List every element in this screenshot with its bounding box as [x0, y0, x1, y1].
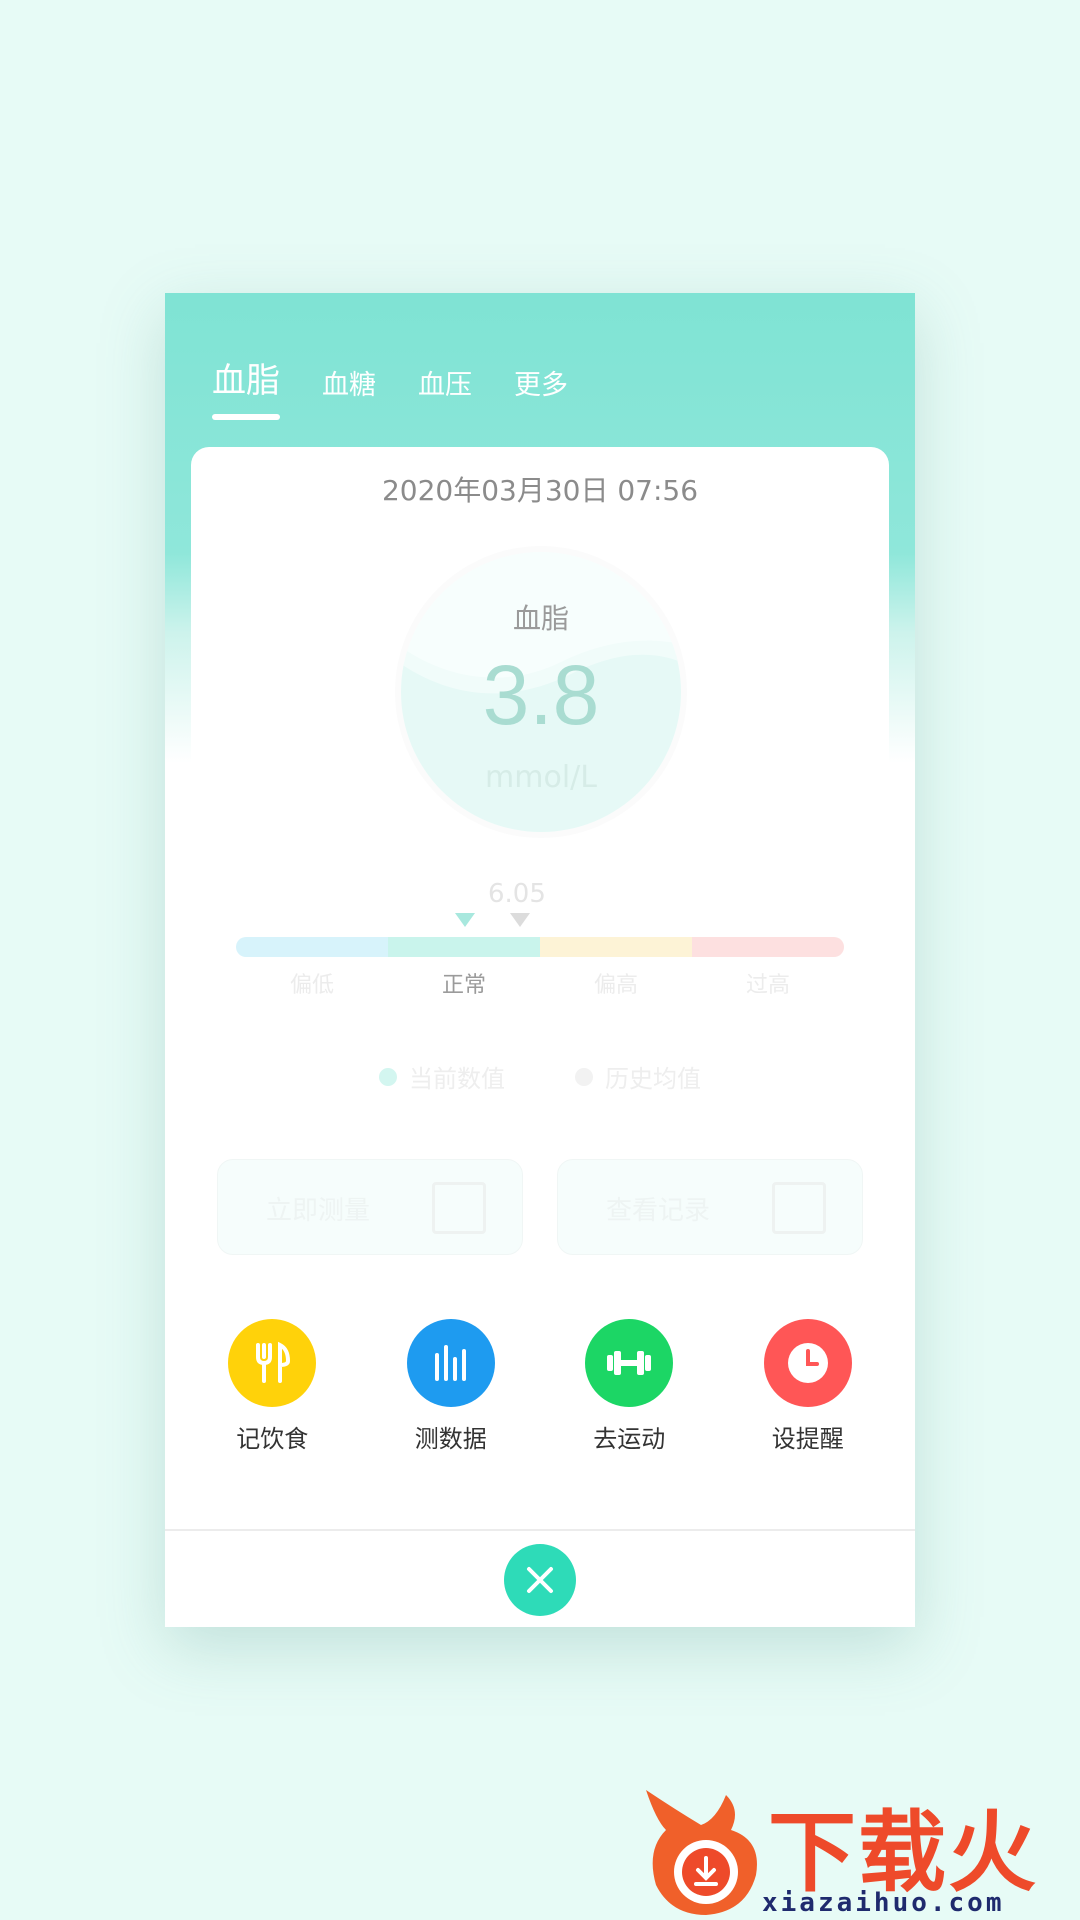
- tab-blood-pressure[interactable]: 血压: [418, 363, 472, 420]
- reading-unit: mmol/L: [485, 760, 597, 795]
- log-diet-action[interactable]: 记饮食: [197, 1319, 347, 1454]
- range-label-low: 偏低: [289, 973, 334, 998]
- range-label-normal: 正常: [441, 973, 486, 998]
- fork-knife-icon: [228, 1319, 317, 1407]
- view-records-label: 查看记录: [606, 1196, 711, 1226]
- footer-divider: [165, 1529, 915, 1531]
- reading-value: 3.8: [482, 648, 600, 742]
- range-label-high: 偏高: [593, 973, 638, 998]
- tab-blood-lipid[interactable]: 血脂: [212, 353, 280, 420]
- reading-card: 2020年03月30日 07:56 血脂 3.8 mmol/L 6.05 偏低 …: [191, 447, 889, 1347]
- dumbbell-icon: [585, 1319, 674, 1407]
- reading-gauge: 血脂 3.8 mmol/L: [401, 552, 681, 832]
- range-label-very-high: 过高: [745, 973, 790, 998]
- close-button[interactable]: [504, 1544, 576, 1616]
- history-marker-value: 6.05: [488, 879, 546, 909]
- legend-current-dot: [379, 1067, 397, 1086]
- reading-datetime: 2020年03月30日 07:56: [381, 474, 699, 507]
- legend-current: 当前数值: [379, 1059, 505, 1094]
- measure-icon: [432, 1182, 486, 1234]
- legend-history-label: 历史均值: [605, 1065, 701, 1093]
- log-diet-label: 记饮食: [236, 1425, 309, 1453]
- measure-now-button[interactable]: 立即测量: [217, 1159, 523, 1255]
- range-segment-low: [236, 937, 388, 957]
- legend: 当前数值 历史均值: [191, 1059, 889, 1094]
- tab-blood-sugar[interactable]: 血糖: [322, 363, 376, 420]
- action-buttons: 立即测量 查看记录: [217, 1159, 863, 1255]
- modal-panel: 血脂 血糖 血压 更多 2020年03月30日 07:56 血脂 3.8 mmo…: [165, 293, 915, 1627]
- clock-icon: [763, 1319, 852, 1407]
- quick-actions: 记饮食 测数据 去运动 设提醒: [165, 1319, 915, 1454]
- measure-data-action[interactable]: 测数据: [376, 1319, 526, 1454]
- bar-chart-icon: [406, 1319, 495, 1407]
- legend-current-label: 当前数值: [409, 1065, 505, 1093]
- range-bar: [236, 937, 844, 957]
- tab-more[interactable]: 更多: [514, 363, 568, 420]
- tab-bar: 血脂 血糖 血压 更多: [212, 353, 568, 420]
- reading-label: 血脂: [512, 602, 569, 635]
- legend-history: 历史均值: [575, 1059, 701, 1094]
- exercise-label: 去运动: [593, 1425, 666, 1453]
- flame-logo-icon: [646, 1790, 757, 1915]
- range-segment-high: [540, 937, 692, 957]
- set-reminder-label: 设提醒: [771, 1425, 844, 1453]
- range-segment-very-high: [692, 937, 844, 957]
- measure-data-label: 测数据: [414, 1425, 487, 1453]
- watermark-url: xiazaihuo.com: [762, 1888, 1005, 1918]
- set-reminder-action[interactable]: 设提醒: [733, 1319, 883, 1454]
- current-value-marker: [455, 913, 475, 927]
- history-average-marker: [510, 913, 530, 927]
- measure-now-label: 立即测量: [266, 1196, 371, 1226]
- range-labels: 偏低 正常 偏高 过高: [236, 967, 844, 999]
- legend-history-dot: [575, 1067, 593, 1086]
- view-records-button[interactable]: 查看记录: [557, 1159, 863, 1255]
- records-icon: [772, 1182, 826, 1234]
- close-icon: [527, 1567, 553, 1593]
- range-segment-normal: [388, 937, 540, 957]
- watermark-logo: 下载火 xiazaihuo.com: [636, 1780, 1080, 1920]
- exercise-action[interactable]: 去运动: [554, 1319, 704, 1454]
